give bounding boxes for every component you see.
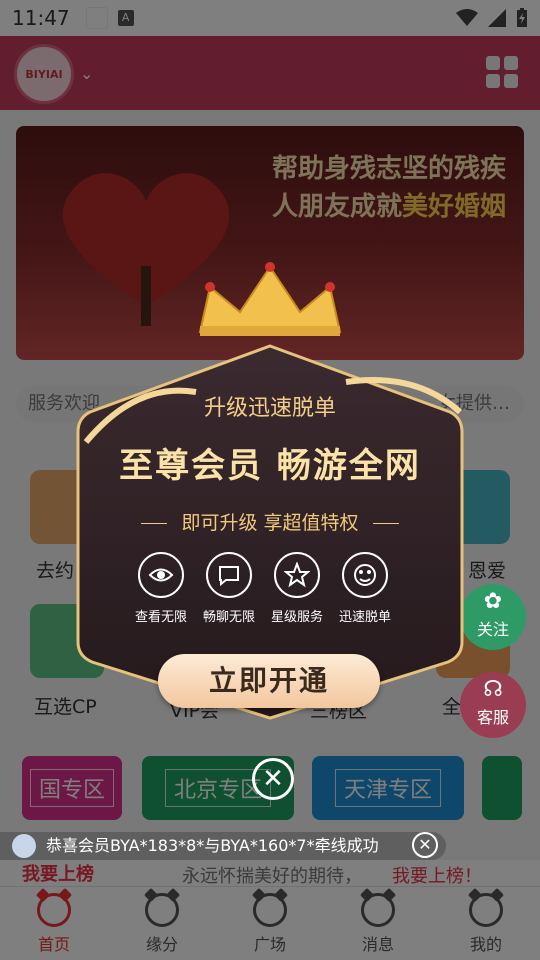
activate-now-button[interactable]: 立即开通 bbox=[158, 654, 380, 708]
modal-close-icon[interactable]: ✕ bbox=[252, 758, 294, 800]
feature-label: 查看无限 bbox=[134, 610, 187, 625]
star-icon bbox=[274, 552, 320, 598]
feature-label: 畅聊无限 bbox=[202, 610, 255, 625]
feature-view-unlimited: 查看无限 bbox=[124, 552, 198, 625]
vip-upgrade-modal: 升级迅速脱单 至尊会员 畅游全网 即可升级 享超值特权 查看无限 畅聊无限 星级… bbox=[70, 262, 470, 732]
match-ticker: 恭喜会员BYA*183*8*与BYA*160*7*牵线成功 bbox=[0, 832, 446, 860]
chat-icon bbox=[206, 552, 252, 598]
feature-label: 迅速脱单 bbox=[338, 610, 391, 625]
eye-icon bbox=[138, 552, 184, 598]
crown-icon bbox=[198, 262, 342, 336]
feature-star-service: 星级服务 bbox=[260, 552, 334, 625]
ticker-avatar bbox=[12, 834, 36, 858]
feature-fast-match: 迅速脱单 bbox=[328, 552, 402, 625]
modal-subtitle: 升级迅速脱单 bbox=[203, 396, 336, 421]
feature-chat-unlimited: 畅聊无限 bbox=[192, 552, 266, 625]
ticker-close-icon[interactable]: ✕ bbox=[412, 832, 438, 858]
headset-icon: ☊ bbox=[483, 677, 503, 702]
modal-tagline-text: 即可升级 享超值特权 bbox=[181, 512, 359, 534]
follow-icon: ✿ bbox=[483, 589, 503, 614]
modal-title: 至尊会员 畅游全网 bbox=[119, 446, 421, 486]
modal-tagline: 即可升级 享超值特权 bbox=[70, 508, 470, 535]
love-face-icon bbox=[342, 552, 388, 598]
ticker-text: 恭喜会员BYA*183*8*与BYA*160*7*牵线成功 bbox=[46, 836, 379, 855]
customer-service-label: 客服 bbox=[476, 708, 509, 727]
follow-label: 关注 bbox=[476, 620, 509, 639]
feature-label: 星级服务 bbox=[270, 610, 323, 625]
